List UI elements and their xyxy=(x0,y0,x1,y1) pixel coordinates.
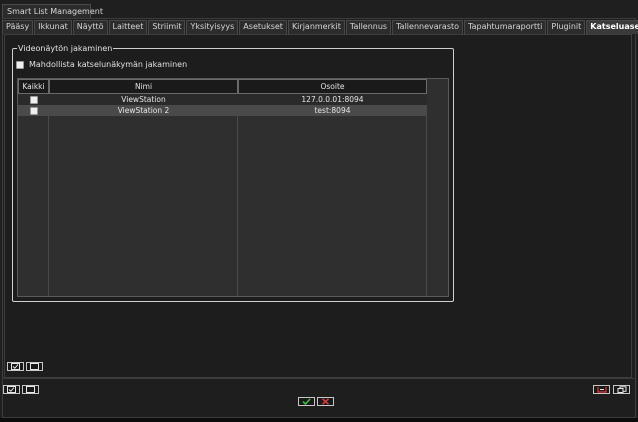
global-select-all-button[interactable] xyxy=(3,385,20,394)
table-row[interactable]: ViewStation 127.0.0.01:8094 xyxy=(18,94,427,105)
checkmark-icon xyxy=(302,398,311,405)
tab-striimit[interactable]: Striimit xyxy=(148,20,186,34)
cancel-button[interactable] xyxy=(317,397,334,406)
table-header: Kaikki Nimi Osoite xyxy=(18,79,427,94)
enable-sharing-label: Mahdollista katselunäkymän jakaminen xyxy=(29,60,188,69)
row-select-checkbox[interactable] xyxy=(29,95,38,104)
tab-naytto[interactable]: Näyttö xyxy=(72,20,108,34)
tab-tallennevarasto[interactable]: Tallennevarasto xyxy=(392,20,464,34)
checkbox-empty-icon xyxy=(26,386,35,393)
window-title-tab: Smart List Management xyxy=(2,4,103,18)
tab-katseluasemat[interactable]: Katseluasemat xyxy=(586,20,638,34)
tab-ikkunat[interactable]: Ikkunat xyxy=(34,20,72,34)
enable-sharing-checkbox[interactable] xyxy=(16,60,24,69)
header-all[interactable]: Kaikki xyxy=(18,79,49,94)
tab-bar: Pääsy Ikkunat Näyttö Laitteet Striimit Y… xyxy=(2,20,638,34)
header-name[interactable]: Nimi xyxy=(49,79,238,94)
window-title: Smart List Management xyxy=(7,7,103,16)
apply-button[interactable] xyxy=(593,385,610,394)
checkbox-empty-icon xyxy=(30,363,39,370)
reset-button[interactable] xyxy=(613,385,630,394)
reset-icon xyxy=(617,386,626,393)
row-select-cell xyxy=(18,94,49,105)
select-none-button[interactable] xyxy=(26,362,43,371)
row-select-checkbox[interactable] xyxy=(29,106,38,115)
x-icon xyxy=(321,398,330,405)
ok-button[interactable] xyxy=(298,397,315,406)
header-address[interactable]: Osoite xyxy=(238,79,427,94)
tab-laitteet[interactable]: Laitteet xyxy=(108,20,148,34)
viewstation-table: Kaikki Nimi Osoite ViewStation 127.0.0.0… xyxy=(17,78,449,297)
enable-sharing-row: Mahdollista katselunäkymän jakaminen xyxy=(16,60,187,69)
table-row[interactable]: ViewStation 2 test:8094 xyxy=(18,105,427,116)
tab-tapahtumaraportti[interactable]: Tapahtumaraportti xyxy=(464,20,547,34)
tab-kirjanmerkit[interactable]: Kirjanmerkit xyxy=(287,20,345,34)
tab-paasy[interactable]: Pääsy xyxy=(2,20,34,34)
row-address: 127.0.0.01:8094 xyxy=(301,95,364,104)
row-address: test:8094 xyxy=(314,106,351,115)
group-title: Videonäytön jakaminen xyxy=(18,44,113,53)
tab-asetukset[interactable]: Asetukset xyxy=(239,20,287,34)
row-name: ViewStation 2 xyxy=(117,106,170,115)
tab-pluginit[interactable]: Pluginit xyxy=(547,20,586,34)
bottom-separator xyxy=(2,378,636,379)
apply-icon xyxy=(596,387,607,393)
row-name: ViewStation xyxy=(121,95,166,104)
checkbox-checked-icon xyxy=(11,363,20,370)
select-all-button[interactable] xyxy=(7,362,24,371)
global-select-none-button[interactable] xyxy=(22,385,39,394)
tab-tallennus[interactable]: Tallennus xyxy=(345,20,392,34)
checkbox-checked-icon xyxy=(7,386,16,393)
status-bar xyxy=(0,418,638,422)
row-select-cell xyxy=(18,105,49,116)
tab-yksityisyys[interactable]: Yksityisyys xyxy=(186,20,239,34)
